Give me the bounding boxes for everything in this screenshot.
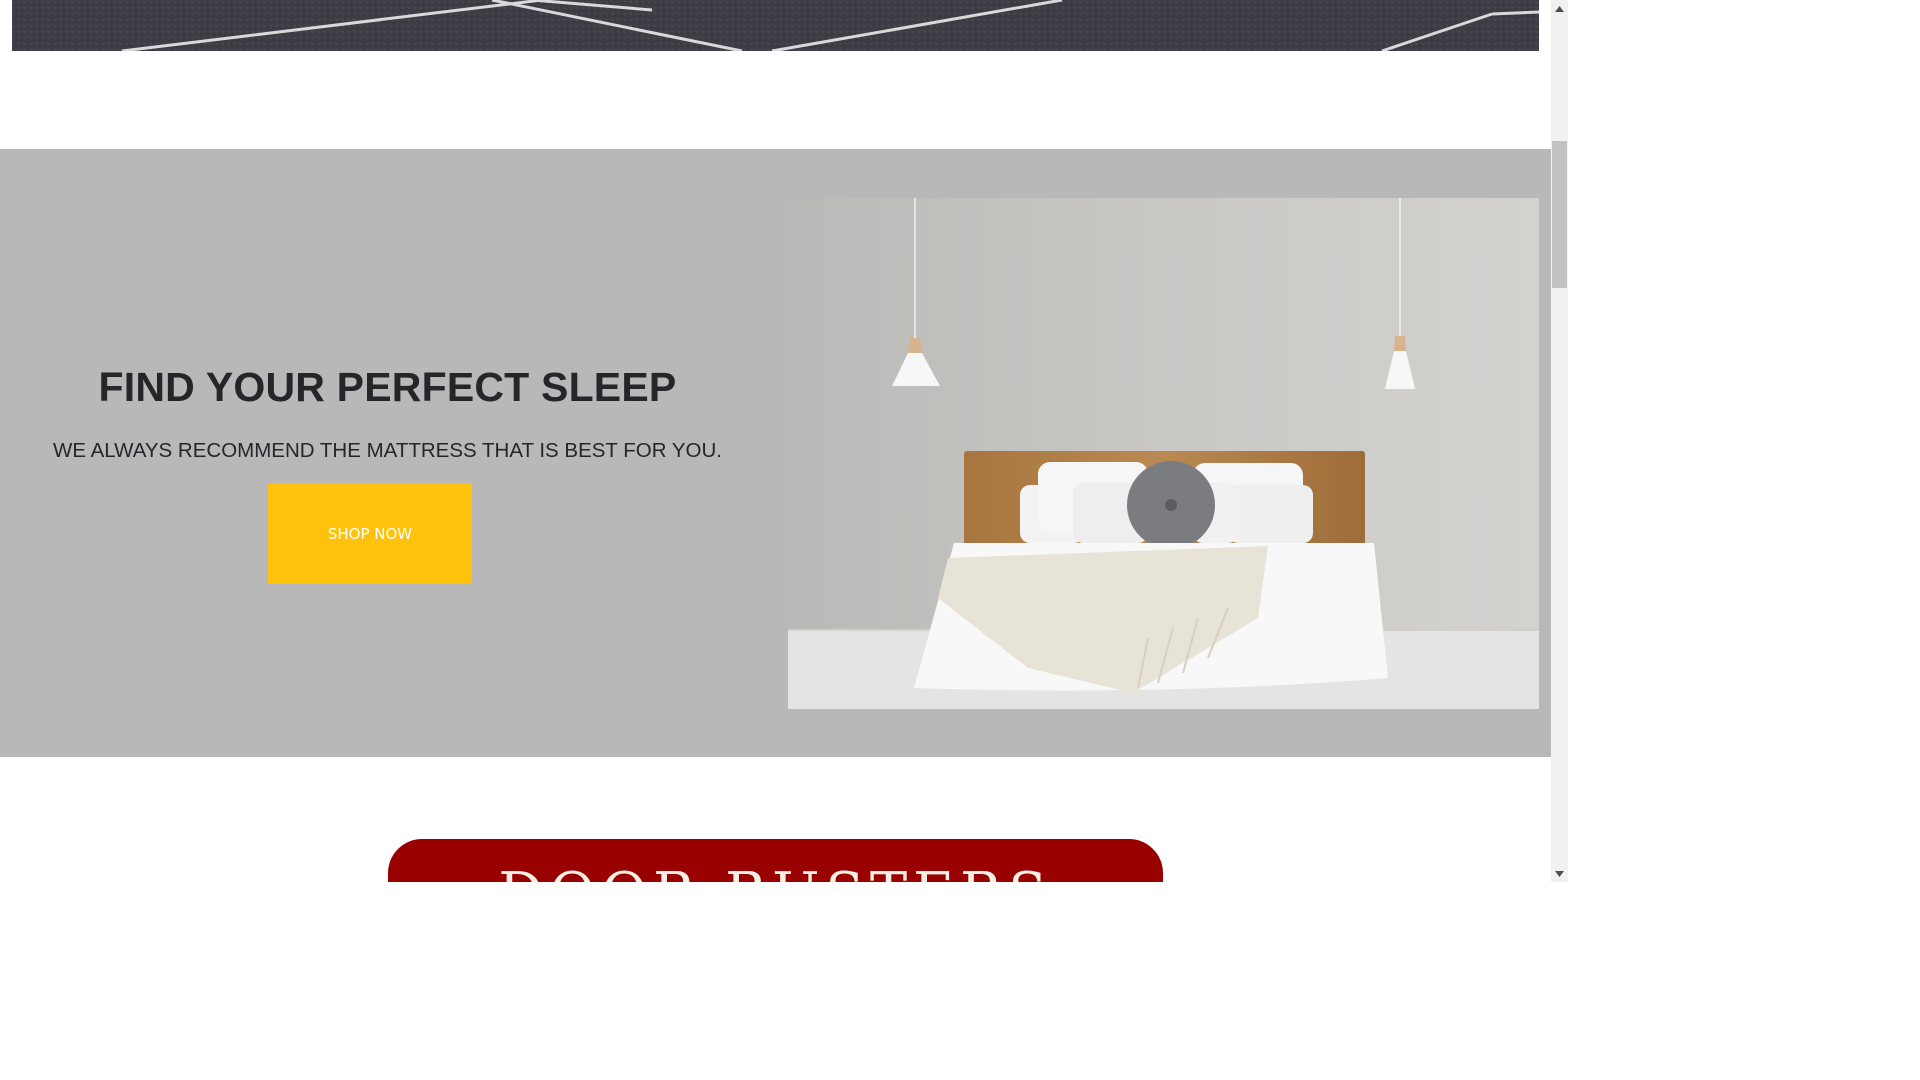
door-busters-banner: DOOR BUSTERS bbox=[388, 839, 1163, 882]
arrow-down-icon[interactable] bbox=[1551, 865, 1568, 882]
promo-title: FIND YOUR PERFECT SLEEP bbox=[98, 364, 677, 410]
vertical-scrollbar[interactable] bbox=[1551, 0, 1568, 882]
bedroom-image bbox=[788, 198, 1539, 709]
shop-now-button[interactable]: SHOP NOW bbox=[268, 483, 472, 584]
promo-subtitle: WE ALWAYS RECOMMEND THE MATTRESS THAT IS… bbox=[52, 439, 722, 462]
door-busters-title: DOOR BUSTERS bbox=[388, 861, 1163, 882]
find-your-sleep-section: FIND YOUR PERFECT SLEEP WE ALWAYS RECOMM… bbox=[0, 149, 1551, 757]
page: FIND YOUR PERFECT SLEEP WE ALWAYS RECOMM… bbox=[0, 0, 1551, 882]
scrollbar-thumb[interactable] bbox=[1552, 141, 1567, 288]
arrow-up-icon[interactable] bbox=[1551, 0, 1568, 17]
parking-lot-banner-image bbox=[12, 0, 1539, 51]
